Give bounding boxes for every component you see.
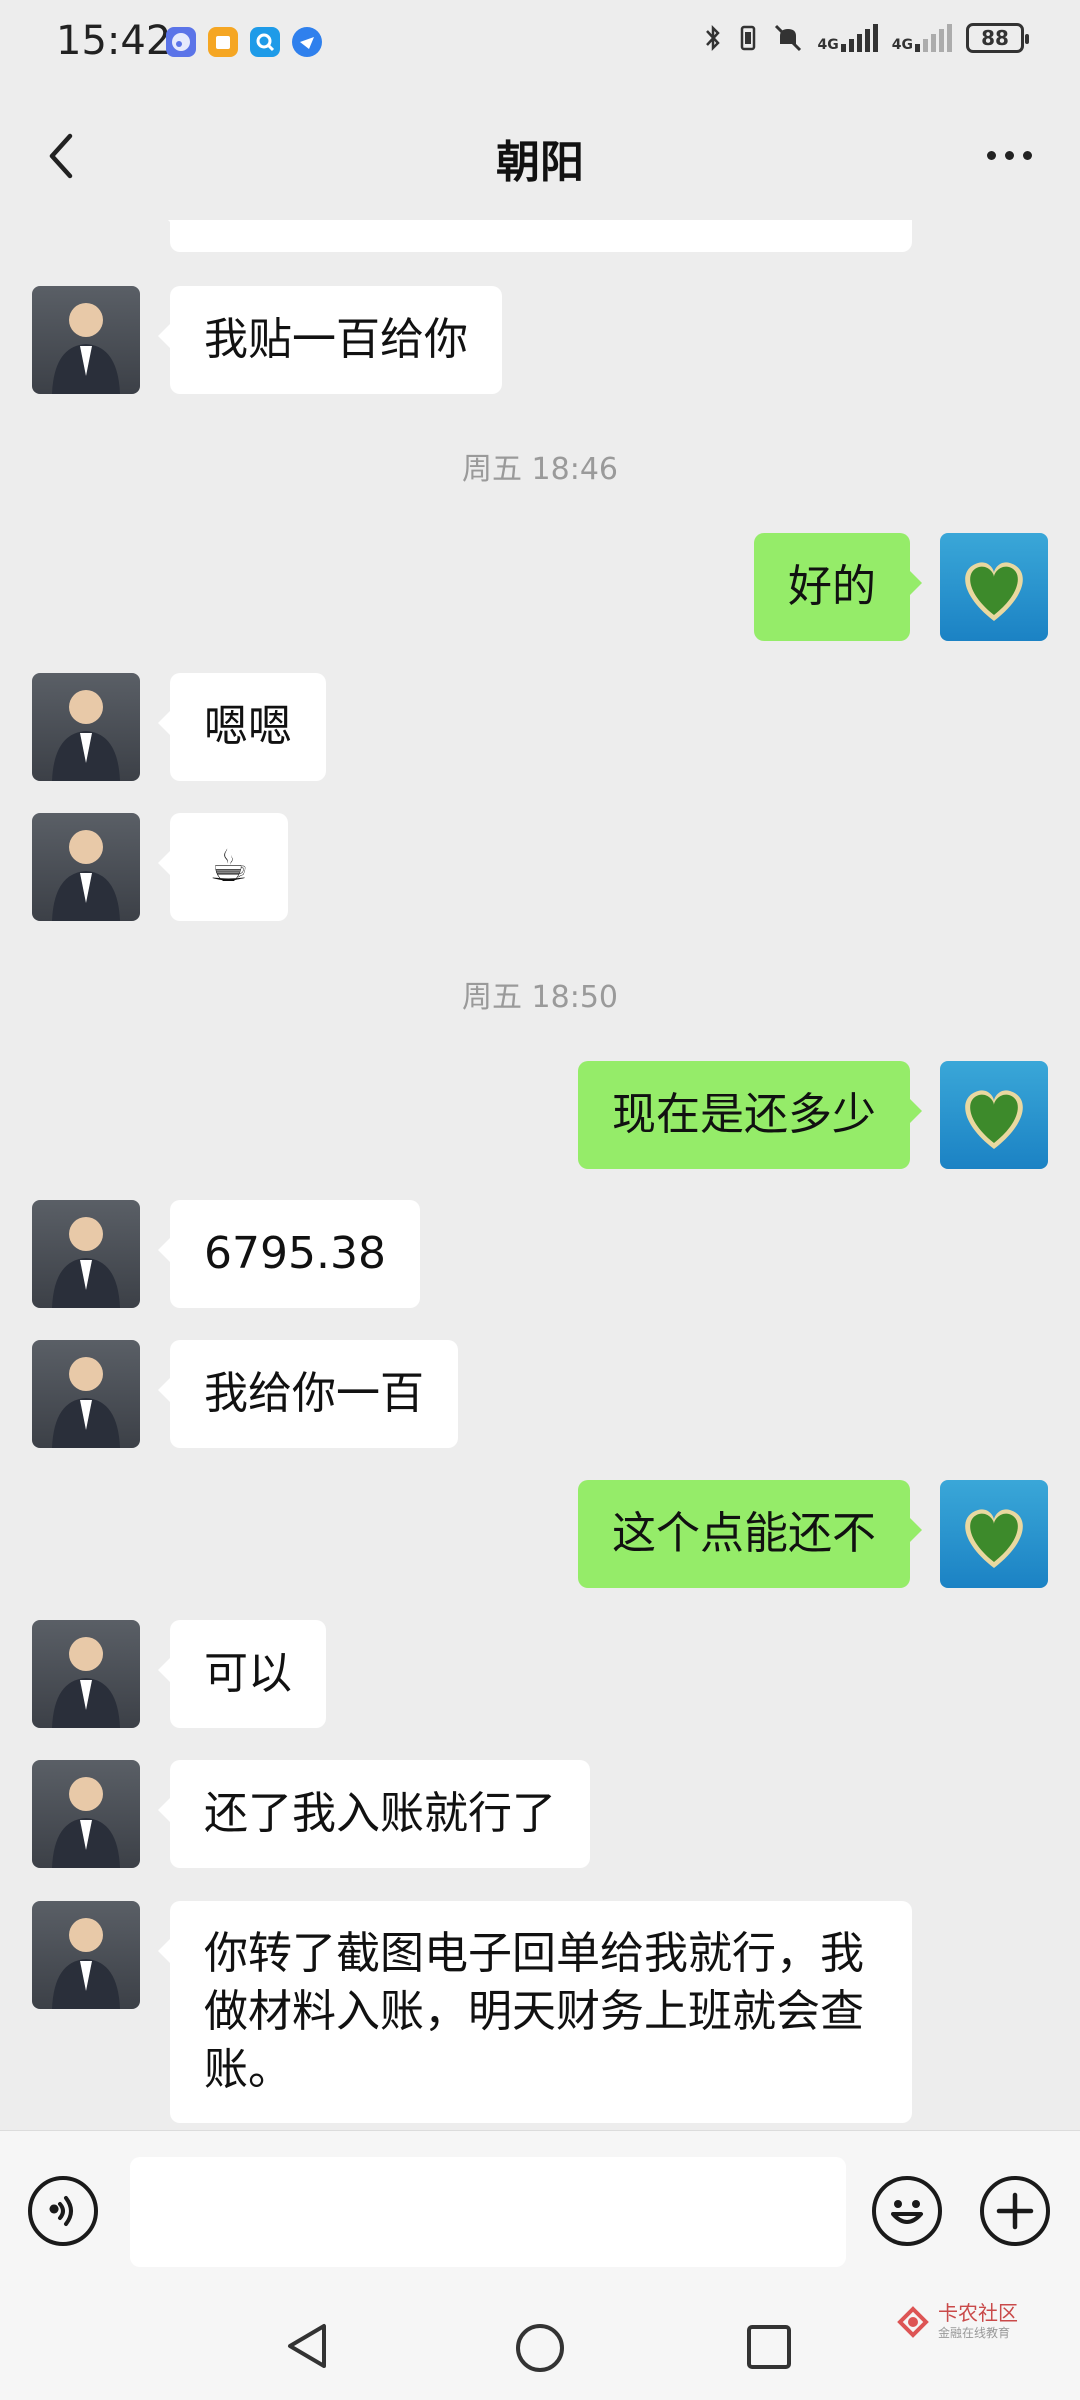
contact-avatar[interactable] bbox=[32, 1340, 140, 1448]
voice-icon[interactable] bbox=[28, 2176, 98, 2246]
message-bubble[interactable]: 还了我入账就行了 bbox=[158, 1760, 590, 1868]
battery-indicator: 88 bbox=[966, 23, 1029, 53]
my-avatar[interactable] bbox=[940, 1061, 1048, 1169]
message-bubble[interactable]: 现在是还多少 bbox=[578, 1061, 922, 1169]
search-app-icon bbox=[250, 27, 280, 57]
contact-avatar[interactable] bbox=[32, 1901, 140, 2009]
signal-2: 4G bbox=[892, 24, 952, 52]
recents-square-icon[interactable] bbox=[744, 2322, 796, 2374]
my-avatar[interactable] bbox=[940, 533, 1048, 641]
message-bubble[interactable]: 我贴一百给你 bbox=[158, 286, 502, 394]
bluetooth-icon bbox=[705, 24, 720, 52]
mute-icon bbox=[774, 24, 801, 52]
chat-header: 朝阳 bbox=[0, 90, 1080, 220]
contact-avatar[interactable] bbox=[32, 286, 140, 394]
contact-avatar[interactable] bbox=[32, 1620, 140, 1728]
more-options-icon[interactable] bbox=[974, 130, 1044, 180]
my-avatar[interactable] bbox=[940, 1480, 1048, 1588]
plus-icon[interactable] bbox=[980, 2176, 1050, 2246]
status-time: 15:42 bbox=[56, 18, 172, 64]
watermark-text: 卡农社区 bbox=[938, 2301, 1018, 2325]
message-bubble-partial[interactable] bbox=[158, 220, 912, 252]
message-bubble[interactable]: 这个点能还不 bbox=[578, 1480, 922, 1588]
browser-app-icon bbox=[292, 27, 322, 57]
emoji-icon[interactable] bbox=[872, 2176, 942, 2246]
back-triangle-icon[interactable] bbox=[282, 2320, 334, 2372]
message-bubble[interactable]: 嗯嗯 bbox=[158, 673, 326, 781]
contact-avatar[interactable] bbox=[32, 1200, 140, 1308]
music-app-icon bbox=[166, 27, 196, 57]
message-bubble-emoji[interactable]: ☕ bbox=[158, 813, 288, 921]
message-timestamp: 周五 18:46 bbox=[462, 452, 618, 487]
home-circle-icon[interactable] bbox=[512, 2320, 568, 2376]
net-label-2: 4G bbox=[891, 37, 913, 53]
contact-avatar[interactable] bbox=[32, 813, 140, 921]
input-bar bbox=[0, 2130, 1080, 2291]
message-bubble[interactable]: 你转了截图电子回单给我就行，我做材料入账，明天财务上班就会查账。 bbox=[158, 1901, 912, 2123]
chat-title: 朝阳 bbox=[496, 137, 584, 188]
message-bubble[interactable]: 我给你一百 bbox=[158, 1340, 458, 1448]
vibrate-icon bbox=[740, 25, 755, 51]
signal-1: 4G bbox=[818, 24, 878, 52]
message-bubble[interactable]: 可以 bbox=[158, 1620, 326, 1728]
package-app-icon bbox=[208, 27, 238, 57]
net-label-1: 4G bbox=[817, 37, 839, 53]
watermark-icon bbox=[897, 2305, 929, 2338]
message-list[interactable]: 我贴一百给你 周五 18:46 好的 嗯嗯 ☕ 周五 18:50 现在是还多少 … bbox=[0, 220, 1080, 2130]
watermark-subtext: 金融在线教育 bbox=[938, 2326, 1011, 2340]
status-indicators: 4G 4G 88 bbox=[702, 22, 1029, 54]
message-input[interactable] bbox=[130, 2157, 846, 2267]
contact-avatar[interactable] bbox=[32, 1760, 140, 1868]
status-bar: 15:42 4G 4G 88 bbox=[0, 0, 1080, 90]
message-bubble[interactable]: 6795.38 bbox=[158, 1200, 420, 1308]
contact-avatar[interactable] bbox=[32, 673, 140, 781]
watermark-logo: 卡农社区 金融在线教育 bbox=[896, 2302, 1018, 2341]
message-timestamp: 周五 18:50 bbox=[462, 980, 618, 1015]
message-bubble[interactable]: 好的 bbox=[754, 533, 922, 641]
